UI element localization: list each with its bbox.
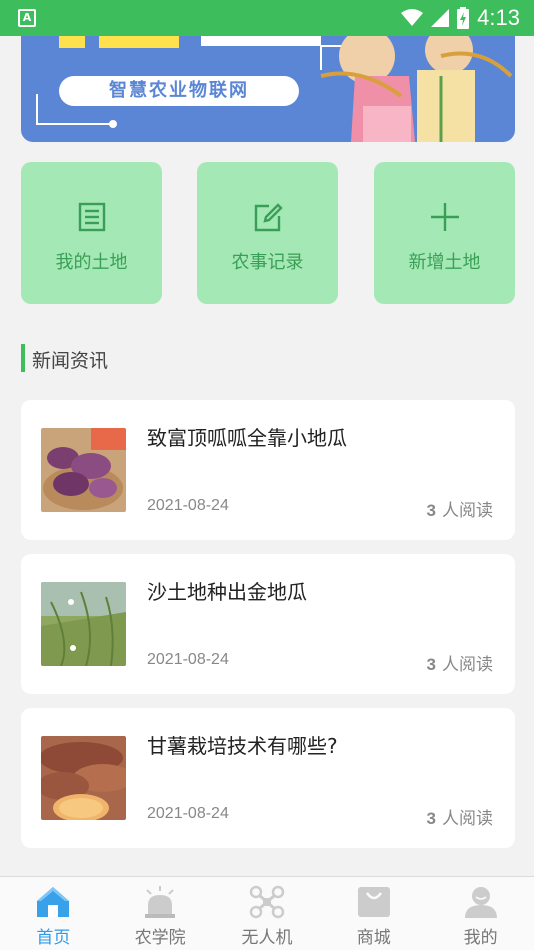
tab-label: 农学院 (134, 928, 186, 948)
news-title: 致富顶呱呱全靠小地瓜 (147, 426, 347, 450)
signal-icon (431, 9, 450, 27)
status-bar: A 4:13 (0, 0, 534, 36)
news-date: 2021-08-24 (147, 497, 229, 514)
wifi-icon (401, 9, 424, 26)
tab-shop[interactable]: 商城 (320, 877, 427, 950)
read-count: 3 人阅读 (427, 804, 493, 829)
farm-records-button[interactable]: 农事记录 (197, 162, 338, 304)
plus-icon (431, 203, 459, 231)
news-title: 沙土地种出金地瓜 (147, 580, 307, 604)
tab-profile[interactable]: 我的 (427, 877, 534, 950)
news-card[interactable]: 致富顶呱呱全靠小地瓜 2021-08-24 3 人阅读 (21, 400, 515, 540)
tab-label: 无人机 (241, 928, 293, 948)
shopping-bag-icon (357, 887, 390, 917)
tab-label: 我的 (463, 928, 498, 948)
tab-home[interactable]: 首页 (0, 877, 107, 950)
add-land-button[interactable]: 新增土地 (374, 162, 515, 304)
tab-drone[interactable]: 无人机 (214, 877, 321, 950)
news-thumbnail (41, 582, 126, 666)
add-land-label: 新增土地 (408, 252, 481, 273)
section-title: 新闻资讯 (32, 350, 109, 372)
farm-records-label: 农事记录 (231, 252, 304, 273)
read-count-suffix: 人阅读 (442, 809, 493, 829)
home-icon (37, 887, 70, 917)
news-date: 2021-08-24 (147, 651, 229, 668)
read-count: 3 人阅读 (427, 650, 493, 675)
tab-academy[interactable]: 农学院 (107, 877, 214, 950)
read-count-suffix: 人阅读 (442, 655, 493, 675)
alarm-light-icon (145, 886, 176, 918)
news-card[interactable]: 甘薯栽培技术有哪些? 2021-08-24 3 人阅读 (21, 708, 515, 848)
clock: 4:13 (477, 5, 520, 30)
tab-label: 商城 (356, 928, 391, 948)
app-notification-icon: A (18, 9, 36, 27)
tab-label: 首页 (36, 928, 71, 948)
banner-tagline: 智慧农业物联网 (59, 76, 299, 106)
news-title: 甘薯栽培技术有哪些? (147, 734, 338, 758)
news-thumbnail (41, 428, 126, 512)
read-count-suffix: 人阅读 (442, 501, 493, 521)
edit-icon (254, 203, 283, 232)
my-land-button[interactable]: 我的土地 (21, 162, 162, 304)
promo-banner[interactable]: 智慧农业物联网 (21, 36, 515, 142)
read-count-number: 3 (426, 501, 436, 520)
drone-icon (249, 885, 285, 919)
read-count-number: 3 (426, 809, 436, 828)
battery-icon (457, 7, 470, 29)
news-thumbnail (41, 736, 126, 820)
list-icon (78, 202, 106, 232)
read-count: 3 人阅读 (427, 496, 493, 521)
my-land-label: 我的土地 (55, 252, 128, 273)
news-date: 2021-08-24 (147, 805, 229, 822)
read-count-number: 3 (426, 655, 436, 674)
news-card[interactable]: 沙土地种出金地瓜 2021-08-24 3 人阅读 (21, 554, 515, 694)
user-icon (464, 887, 497, 918)
bottom-tab-bar: 首页 农学院 无人机 商城 我的 (0, 876, 534, 950)
section-accent-bar (21, 344, 25, 372)
